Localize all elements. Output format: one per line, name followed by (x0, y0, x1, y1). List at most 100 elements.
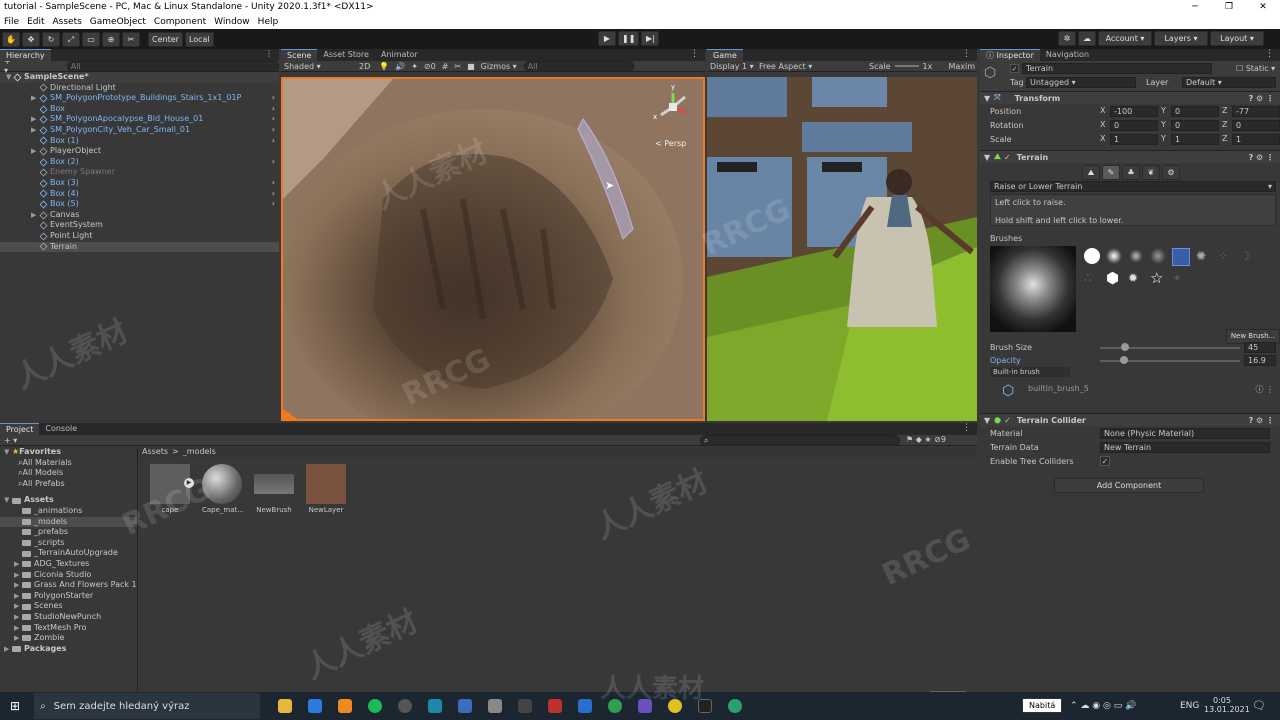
maximize-button[interactable]: ❐ (1212, 0, 1246, 15)
open-prefab-chevron-icon[interactable]: › (272, 157, 275, 168)
expand-arrow-icon[interactable]: ▶ (31, 114, 39, 125)
rotation-y-field[interactable]: 0 (1171, 120, 1219, 131)
open-prefab-chevron-icon[interactable]: › (272, 199, 275, 210)
project-create-icon[interactable]: + ▾ (4, 436, 17, 445)
tab-inspector[interactable]: ⓘ Inspector (980, 49, 1040, 61)
game-viewport[interactable] (707, 77, 977, 421)
notifications-icon[interactable]: 🗨 (1252, 699, 1266, 712)
green-app-icon[interactable] (728, 699, 743, 713)
cloud-icon[interactable]: ☁ (1078, 31, 1096, 46)
hierarchy-item[interactable]: Box (4) › (0, 189, 279, 200)
folder-item[interactable]: ▶ TextMesh Pro (0, 623, 137, 634)
menu-help[interactable]: Help (254, 15, 283, 29)
hierarchy-item[interactable]: ▶ SM_PolygonApocalypse_Bld_House_01 › (0, 114, 279, 125)
hand-tool-icon[interactable]: ✋ (2, 31, 20, 47)
terrain-header[interactable]: ▼ ⛰ ✓ Terrain ? ⚙ ⋮ (980, 150, 1280, 163)
brush-size-field[interactable]: 45 (1244, 342, 1276, 353)
filter-icons[interactable]: ⚑ ◆ ★ ⊘9 (906, 435, 946, 444)
terminal-icon[interactable] (698, 699, 713, 713)
breadcrumb-root[interactable]: Assets (142, 447, 168, 458)
pause-button[interactable]: ❚❚ (618, 31, 640, 46)
menu-edit[interactable]: Edit (23, 15, 48, 29)
open-prefab-chevron-icon[interactable]: › (272, 178, 275, 189)
minimize-button[interactable]: ─ (1178, 0, 1212, 15)
pivot-local-button[interactable]: Local (184, 31, 214, 47)
sublime-icon[interactable] (338, 699, 353, 713)
expand-arrow-icon[interactable]: ▶ (31, 93, 39, 104)
component-menu-icon[interactable]: ? ⚙ ⋮ (1249, 94, 1274, 103)
folder-item[interactable]: ▶ Ciconia Studio (0, 570, 137, 581)
open-prefab-chevron-icon[interactable]: › (272, 125, 275, 136)
hidden-objects-icon[interactable]: ⊘0 (421, 62, 439, 71)
menu-component[interactable]: Component (150, 15, 210, 29)
layer-dropdown[interactable]: Default ▾ (1182, 77, 1276, 88)
grid-icon[interactable]: # (439, 62, 452, 71)
panel-menu-icon[interactable]: ⋮ (962, 423, 971, 433)
brush-swirl-icon[interactable]: ☽ (1240, 248, 1256, 264)
add-component-button[interactable]: Add Component (1054, 478, 1204, 493)
tab-scene[interactable]: Scene (281, 49, 318, 61)
rotation-x-field[interactable]: 0 (1110, 120, 1158, 131)
chrome-icon[interactable] (668, 699, 683, 713)
expand-arrow-icon[interactable]: ▶ (31, 125, 39, 136)
paint-terrain-icon[interactable]: ✎ (1102, 165, 1120, 180)
hierarchy-item[interactable]: ▶ SM_PolygonCity_Veh_Car_Small_01 › (0, 125, 279, 136)
scale-x-field[interactable]: 1 (1110, 134, 1158, 145)
firefox-icon[interactable] (308, 699, 323, 713)
orientation-gizmo[interactable]: y x (653, 83, 693, 127)
transform-header[interactable]: ▼ ⤧ Transform ? ⚙ ⋮ (980, 91, 1280, 104)
folder-item[interactable]: ▶ Grass And Flowers Pack 1 (0, 580, 137, 591)
static-toggle[interactable]: ☐ Static ▾ (1236, 64, 1275, 73)
foldout-arrow-icon[interactable]: ▼ (984, 153, 990, 162)
brush-faint2-icon[interactable]: ✦ (1172, 270, 1188, 286)
tab-project[interactable]: Project (0, 423, 40, 435)
terrain-collider-header[interactable]: ▼ ⬢ ✓ Terrain Collider ? ⚙ ⋮ (980, 413, 1280, 426)
hierarchy-item[interactable]: Box (3) › (0, 178, 279, 189)
expand-arrow-icon[interactable]: ▶ (14, 559, 22, 570)
expand-arrow-icon[interactable]: ▶ (31, 210, 39, 221)
open-prefab-chevron-icon[interactable]: › (272, 136, 275, 147)
tab-navigation[interactable]: Navigation (1040, 49, 1095, 61)
rotate-tool-icon[interactable]: ↻ (42, 31, 60, 47)
folder-item[interactable]: _prefabs (0, 527, 137, 538)
builtin-brush-name[interactable]: builtin_brush_5 (1028, 384, 1089, 393)
hierarchy-item[interactable]: Box (2) › (0, 157, 279, 168)
panel-menu-icon[interactable]: ⋮ (690, 49, 699, 59)
panel-menu-icon[interactable]: ⋮ (962, 49, 971, 59)
folder-item[interactable]: _animations (0, 506, 137, 517)
start-button-icon[interactable]: ⊞ (10, 699, 20, 713)
collider-enabled-checkbox[interactable]: ✓ (1004, 416, 1011, 425)
material-field[interactable]: None (Physic Material) (1100, 428, 1270, 439)
brush-hexagon-icon[interactable]: ⬢ (1106, 270, 1122, 286)
open-prefab-chevron-icon[interactable]: › (272, 104, 275, 115)
input-language[interactable]: ENG (1180, 701, 1199, 711)
app-icon[interactable] (428, 699, 443, 713)
brush-menu-icon[interactable]: ⓘ ⋮ (1255, 384, 1274, 395)
component-menu-icon[interactable]: ? ⚙ ⋮ (1249, 416, 1274, 425)
folder-item[interactable]: ▶ ADG_Textures (0, 559, 137, 570)
brush-hard-round-icon[interactable] (1084, 248, 1100, 264)
foldout-arrow-icon[interactable]: ▼ (984, 416, 990, 425)
scale-slider[interactable] (894, 65, 919, 67)
rect-tool-icon[interactable]: ▭ (82, 31, 100, 47)
create-neighbor-icon[interactable]: ⛰ (1082, 165, 1100, 180)
display-icon[interactable] (488, 699, 503, 713)
menu-gameobject[interactable]: GameObject (86, 15, 150, 29)
expand-arrow-icon[interactable]: ▶ (31, 146, 39, 157)
close-button[interactable]: ✕ (1246, 0, 1280, 15)
open-prefab-chevron-icon[interactable]: › (272, 189, 275, 200)
expand-arrow-icon[interactable]: ▶ (14, 580, 22, 591)
tray-icons[interactable]: ⌃ ☁ ◉ ◎ ▭ 🔊 (1070, 701, 1136, 711)
menu-file[interactable]: File (0, 15, 23, 29)
tab-hierarchy[interactable]: Hierarchy (0, 49, 51, 61)
tab-asset-store[interactable]: Asset Store (317, 49, 375, 61)
custom-tool-icon[interactable]: ✂ (122, 31, 140, 47)
folder-item[interactable]: _models (0, 516, 137, 528)
hierarchy-item[interactable]: Directional Light (0, 83, 279, 94)
maximize-on-play-button[interactable]: Maxim (948, 62, 975, 71)
asset-tile-cape[interactable]: ▶ cape (150, 463, 194, 514)
shading-dropdown[interactable]: Shaded ▾ (281, 62, 353, 71)
audio-icon[interactable]: 🔊 (392, 62, 408, 71)
move-tool-icon[interactable]: ✥ (22, 31, 40, 47)
terrain-settings-icon[interactable]: ⚙ (1162, 165, 1180, 180)
